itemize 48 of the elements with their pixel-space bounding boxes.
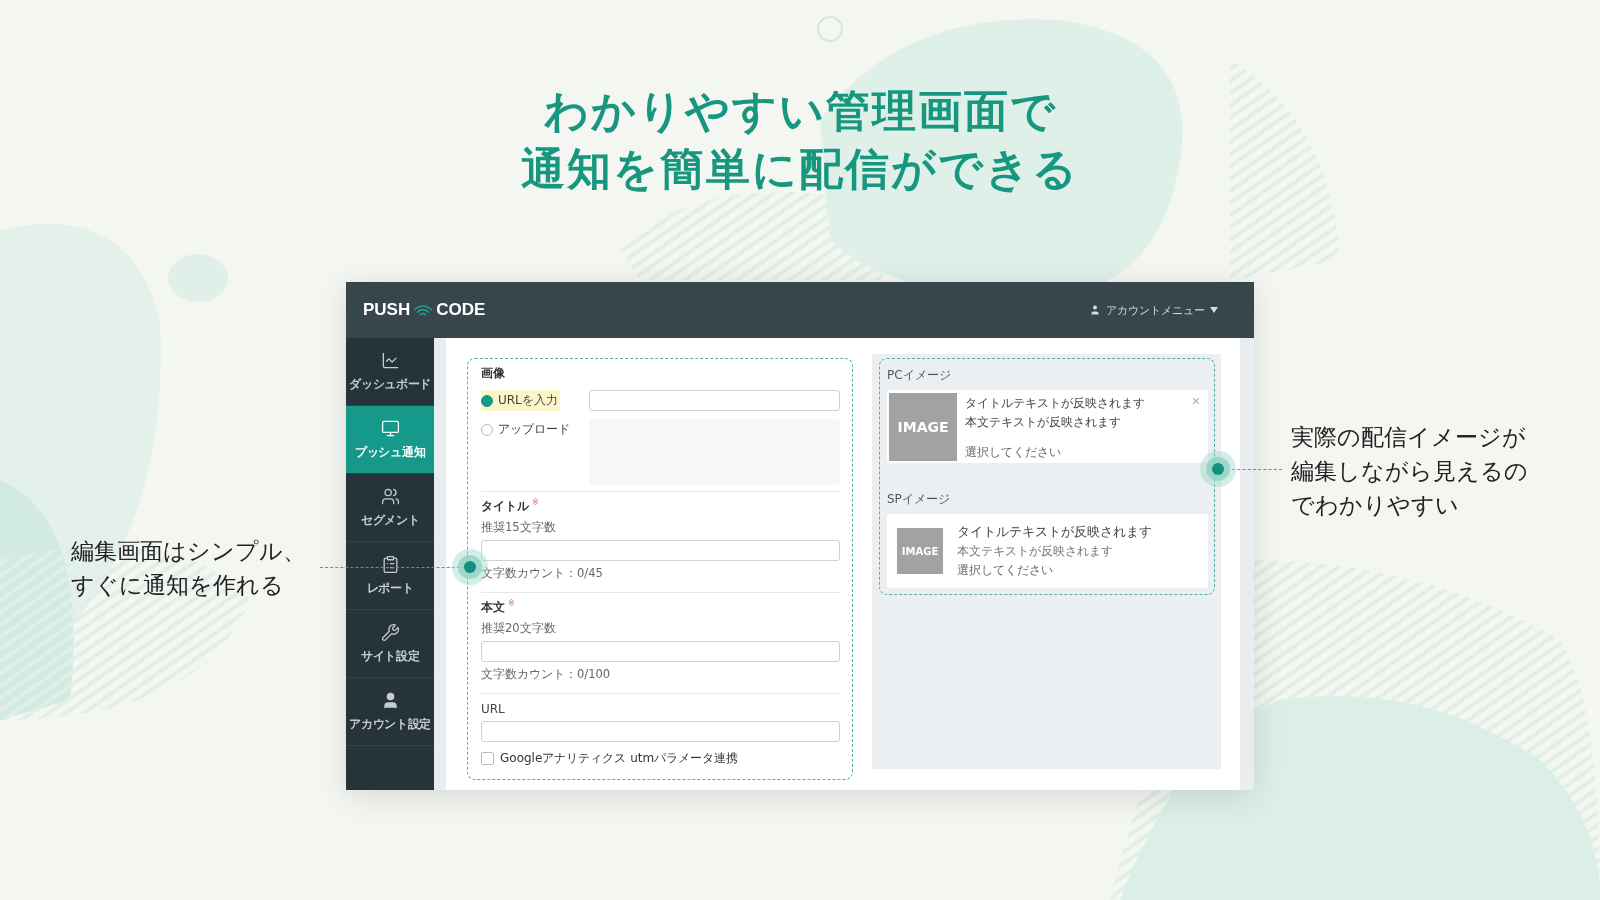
notification-title: タイトルテキストが反映されます <box>965 396 1145 411</box>
logo-text: PUSH <box>363 300 411 320</box>
ring-shape <box>817 16 843 42</box>
checkbox-option[interactable]: Googleアナリティクス utmパラメータ連携 <box>481 750 840 767</box>
annotation-text: すぐに通知を作れる <box>71 571 284 600</box>
sidebar-item[interactable]: プッシュ通知 <box>346 406 435 474</box>
preview-label: PCイメージ <box>887 367 952 384</box>
headline: わかりやすい管理画面で <box>543 84 1057 138</box>
radio-option[interactable]: URLを入力 <box>481 390 560 411</box>
leader-line <box>1232 469 1282 470</box>
notification-action: 選択してください <box>957 562 1054 579</box>
field-label: 画像 <box>481 365 506 382</box>
annotation-text: 実際の配信イメージが <box>1291 423 1526 452</box>
input-field[interactable] <box>481 641 840 662</box>
radio-option[interactable]: アップロード <box>481 419 572 440</box>
chart-icon <box>380 350 400 370</box>
wrench-icon <box>380 622 400 642</box>
input-field[interactable] <box>481 721 840 742</box>
hint-text: 推奨20文字数 <box>481 621 557 636</box>
annotation-text: 編集しながら見えるの <box>1291 457 1528 486</box>
annotation-text: でわかりやすい <box>1291 491 1459 520</box>
input-field[interactable] <box>589 390 840 411</box>
input-field[interactable] <box>481 540 840 561</box>
field-label: 本文 <box>481 599 505 616</box>
notification-action: 選択してください <box>965 444 1062 461</box>
connector-dot <box>1200 451 1236 487</box>
required-mark: ※ <box>508 599 515 608</box>
annotation-text: 編集画面はシンプル、 <box>71 537 306 566</box>
image-label: IMAGE <box>897 418 949 435</box>
character-counter: 文字数カウント：0/100 <box>481 667 612 682</box>
notification-body: 本文テキストが反映されます <box>957 543 1114 560</box>
image-label: IMAGE <box>901 545 939 557</box>
account-menu[interactable]: アカウントメニュー <box>1089 302 1218 318</box>
notification-body: 本文テキストが反映されます <box>965 414 1122 431</box>
users-icon <box>380 486 400 506</box>
required-mark: ※ <box>532 498 539 507</box>
hint-text: 推奨15文字数 <box>481 520 557 535</box>
field-label: タイトル <box>481 498 529 515</box>
monitor-icon <box>380 418 400 438</box>
user-icon <box>1089 304 1101 316</box>
signal-icon <box>412 303 435 317</box>
caret-icon <box>1210 307 1218 313</box>
headline: 通知を簡単に配信ができる <box>521 142 1079 196</box>
preview-label: SPイメージ <box>887 491 951 508</box>
field-label: URL <box>481 702 506 716</box>
character-counter: 文字数カウント：0/45 <box>481 566 604 581</box>
notification-title: タイトルテキストが反映されます <box>957 523 1152 541</box>
logo-text: CODE <box>436 300 486 320</box>
